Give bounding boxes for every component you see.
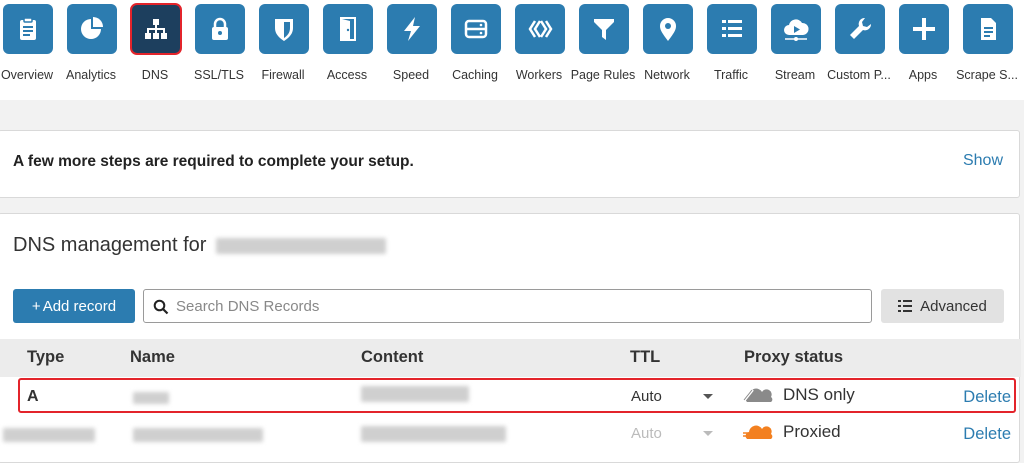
add-record-label: Add record: [42, 297, 117, 315]
column-ttl: TTL: [630, 348, 661, 366]
search-box: [143, 289, 872, 323]
redacted-content: [361, 426, 506, 442]
nav-label: Workers: [515, 68, 563, 82]
chevron-down-icon: [703, 394, 713, 399]
column-proxy-status: Proxy status: [744, 348, 844, 366]
search-icon: [153, 299, 169, 315]
redacted-name: [133, 392, 169, 404]
nav-label: Apps: [908, 68, 938, 82]
nav-item-workers[interactable]: Workers: [507, 0, 571, 92]
nav-label: Caching: [452, 68, 498, 82]
document-icon: [963, 4, 1013, 54]
nav-label: Custom P...: [827, 68, 891, 82]
column-type: Type: [27, 348, 65, 366]
proxy-status[interactable]: Proxied: [743, 422, 841, 442]
nav-item-dns[interactable]: DNS: [123, 0, 187, 92]
location-pin-icon: [643, 4, 693, 54]
redacted-type: [3, 428, 95, 442]
record-type: A: [27, 388, 39, 405]
setup-banner: A few more steps are required to complet…: [0, 130, 1020, 198]
wrench-icon: [835, 4, 885, 54]
plus-icon: +: [31, 297, 41, 315]
nav-label: Network: [644, 68, 690, 82]
nav-item-access[interactable]: Access: [315, 0, 379, 92]
nav-item-caching[interactable]: Caching: [443, 0, 507, 92]
sitemap-icon: [130, 3, 182, 55]
show-link[interactable]: Show: [963, 152, 1003, 170]
advanced-button[interactable]: Advanced: [881, 289, 1004, 323]
list-icon: [898, 300, 913, 312]
filter-icon: [579, 4, 629, 54]
column-content: Content: [361, 348, 424, 366]
chevron-down-icon: [703, 431, 713, 436]
table-row[interactable]: A Auto DNS only Delete: [0, 379, 1021, 415]
nav-label: Analytics: [65, 68, 117, 82]
nav-item-analytics[interactable]: Analytics: [59, 0, 123, 92]
nav-item-network[interactable]: Network: [635, 0, 699, 92]
lightning-icon: [387, 4, 437, 54]
nav-label: Firewall: [261, 68, 305, 82]
nav-label: Scrape S...: [956, 68, 1018, 82]
setup-message: A few more steps are required to complet…: [13, 153, 414, 170]
nav-label: Speed: [392, 68, 430, 82]
table-header: Type Name Content TTL Proxy status: [0, 339, 1021, 377]
nav-item-traffic[interactable]: Traffic: [699, 0, 763, 92]
cloud-play-icon: [771, 4, 821, 54]
nav-label: Traffic: [713, 68, 749, 82]
list-icon: [707, 4, 757, 54]
search-input[interactable]: [174, 291, 864, 321]
door-icon: [323, 4, 373, 54]
lock-icon: [195, 4, 245, 54]
nav-item-ssl-tls[interactable]: SSL/TLS: [187, 0, 251, 92]
clipboard-icon: [3, 4, 53, 54]
nav-item-overview[interactable]: Overview: [0, 0, 59, 92]
dns-management-card: DNS management for + Add record Advanced…: [0, 213, 1021, 463]
column-name: Name: [130, 348, 175, 366]
redacted-domain: [215, 237, 386, 254]
nav-label: Page Rules: [570, 68, 636, 82]
dns-title-text: DNS management for: [13, 234, 207, 256]
top-navigation: Overview Analytics DNS SSL/TLS Firewall …: [0, 0, 1024, 100]
nav-label: Stream: [774, 68, 816, 82]
ttl-value: Auto: [631, 388, 662, 405]
server-icon: [451, 4, 501, 54]
nav-item-page-rules[interactable]: Page Rules: [571, 0, 635, 92]
nav-item-stream[interactable]: Stream: [763, 0, 827, 92]
proxy-status-label: DNS only: [783, 385, 855, 404]
redacted-content: [361, 386, 469, 402]
nav-label: DNS: [141, 68, 169, 82]
proxy-status-label: Proxied: [783, 422, 841, 441]
table-row[interactable]: Auto Proxied Delete: [0, 416, 1021, 452]
redacted-name: [133, 428, 263, 442]
workers-icon: [515, 4, 565, 54]
add-record-button[interactable]: + Add record: [13, 289, 135, 323]
delete-link[interactable]: Delete: [963, 425, 1011, 444]
ttl-select[interactable]: Auto: [631, 388, 713, 405]
nav-label: Access: [326, 68, 368, 82]
nav-item-firewall[interactable]: Firewall: [251, 0, 315, 92]
delete-link[interactable]: Delete: [963, 388, 1011, 407]
proxy-status[interactable]: DNS only: [743, 385, 855, 405]
cloud-gray-icon: [743, 388, 773, 402]
nav-item-scrape-shield[interactable]: Scrape S...: [955, 0, 1019, 92]
shield-icon: [259, 4, 309, 54]
dns-title: DNS management for: [13, 234, 386, 257]
nav-label: Overview: [0, 68, 54, 82]
nav-item-speed[interactable]: Speed: [379, 0, 443, 92]
ttl-value: Auto: [631, 425, 662, 442]
nav-label: SSL/TLS: [193, 68, 245, 82]
ttl-select[interactable]: Auto: [631, 425, 713, 442]
nav-item-apps[interactable]: Apps: [891, 0, 955, 92]
nav-item-custom-pages[interactable]: Custom P...: [827, 0, 891, 92]
plus-icon: [899, 4, 949, 54]
cloud-orange-icon: [743, 425, 773, 439]
advanced-label: Advanced: [920, 297, 987, 315]
pie-chart-icon: [67, 4, 117, 54]
